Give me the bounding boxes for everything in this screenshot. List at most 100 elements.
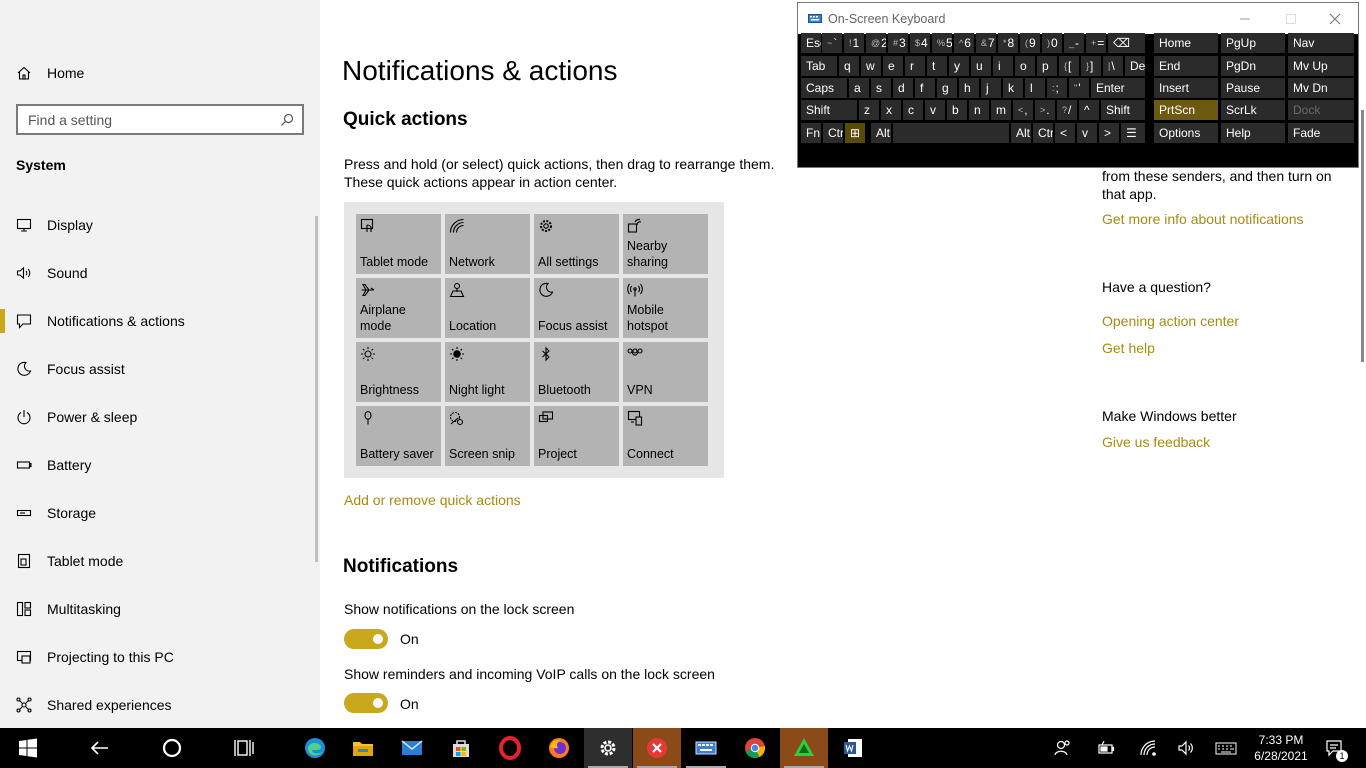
osk-key-del[interactable]: Del <box>1125 56 1145 76</box>
osk-key-a[interactable]: a <box>849 78 869 98</box>
back-button[interactable] <box>76 728 124 768</box>
quick-action-mobile-hotspot[interactable]: Mobile hotspot <box>623 278 708 338</box>
osk-key-sym[interactable]: ⌫ <box>1108 33 1145 53</box>
osk-key-e[interactable]: e <box>883 56 903 76</box>
osk-key-5[interactable]: %5 <box>932 33 952 53</box>
osk-key-b[interactable]: b <box>947 100 967 120</box>
quick-action-brightness[interactable]: Brightness <box>356 342 441 402</box>
osk-key-sym[interactable]: > <box>1099 123 1119 143</box>
cortana-button[interactable] <box>148 728 196 768</box>
get-help-link[interactable]: Get help <box>1102 340 1155 356</box>
quick-action-location[interactable]: Location <box>445 278 530 338</box>
quick-action-project[interactable]: Project <box>534 406 619 466</box>
osk-close-button[interactable] <box>1312 3 1358 34</box>
opera-taskbar-button[interactable] <box>486 728 534 768</box>
task-view-button[interactable] <box>220 728 268 768</box>
osk-key-g[interactable]: g <box>937 78 957 98</box>
x-app-taskbar-button[interactable] <box>633 728 681 768</box>
quick-action-screen-snip[interactable]: Screen snip <box>445 406 530 466</box>
osk-key-ctrl[interactable]: Ctrl <box>1033 123 1053 143</box>
wifi-tray-button[interactable] <box>1136 736 1160 760</box>
main-scrollbar[interactable] <box>1361 110 1364 362</box>
osk-key-sym[interactable]: += <box>1086 33 1106 53</box>
osk-key-sym[interactable]: :; <box>1047 78 1067 98</box>
osk-titlebar[interactable]: On-Screen Keyboard <box>798 3 1358 34</box>
sidebar-item-display[interactable]: Display <box>0 201 316 249</box>
osk-key-7[interactable]: &7 <box>976 33 996 53</box>
green-app-taskbar-button[interactable] <box>780 728 828 768</box>
action-center-button[interactable]: 1 <box>1322 736 1348 762</box>
edge-taskbar-button[interactable] <box>291 728 339 768</box>
osk-key-2[interactable]: @2 <box>866 33 886 53</box>
osk-key-alt[interactable]: Alt <box>1011 123 1031 143</box>
osk-key-sym[interactable]: "' <box>1069 78 1089 98</box>
quick-action-tablet-mode[interactable]: Tablet mode <box>356 214 441 274</box>
osk-key-n[interactable]: n <box>969 100 989 120</box>
quick-action-nearby-sharing[interactable]: Nearby sharing <box>623 214 708 274</box>
people-button[interactable] <box>1050 736 1074 760</box>
osk-key-pgdn[interactable]: PgDn <box>1221 56 1285 76</box>
osk-key-k[interactable]: k <box>1003 78 1023 98</box>
sidebar-item-shared-experiences[interactable]: Shared experiences <box>0 681 316 729</box>
osk-minimize-button[interactable] <box>1222 3 1268 34</box>
osk-key-nav[interactable]: Nav <box>1288 33 1354 53</box>
osk-key-r[interactable]: r <box>905 56 925 76</box>
file-explorer-taskbar-button[interactable] <box>339 728 387 768</box>
osk-key-shift[interactable]: Shift <box>1101 100 1145 120</box>
quick-action-all-settings[interactable]: All settings <box>534 214 619 274</box>
lock-screen-notifications-toggle[interactable] <box>344 629 388 649</box>
sidebar-item-storage[interactable]: Storage <box>0 489 316 537</box>
osk-key-mv-up[interactable]: Mv Up <box>1288 56 1354 76</box>
osk-key-6[interactable]: ^6 <box>954 33 974 53</box>
osk-key-dock[interactable]: Dock <box>1288 100 1354 120</box>
osk-key-ctrl[interactable]: Ctrl <box>823 123 843 143</box>
osk-key-v[interactable]: v <box>925 100 945 120</box>
quick-action-airplane-mode[interactable]: Airplane mode <box>356 278 441 338</box>
osk-key-sym[interactable]: >. <box>1035 100 1055 120</box>
osk-key-sym[interactable]: ?/ <box>1057 100 1077 120</box>
sidebar-item-notifications-and-actions[interactable]: Notifications & actions <box>0 297 316 345</box>
sidebar-item-power-and-sleep[interactable]: Power & sleep <box>0 393 316 441</box>
sidebar-scrollbar[interactable] <box>315 216 318 562</box>
osk-maximize-button[interactable] <box>1268 3 1314 34</box>
volume-tray-button[interactable] <box>1174 736 1198 760</box>
osk-key-l[interactable]: l <box>1025 78 1045 98</box>
osk-key-9[interactable]: (9 <box>1020 33 1040 53</box>
search-icon[interactable] <box>280 113 294 127</box>
osk-key-end[interactable]: End <box>1154 56 1218 76</box>
opening-action-center-link[interactable]: Opening action center <box>1102 313 1239 329</box>
search-input[interactable] <box>28 111 268 128</box>
battery-tray-button[interactable] <box>1094 736 1118 760</box>
osk-key-o[interactable]: o <box>1015 56 1035 76</box>
osk-key-m[interactable]: m <box>991 100 1011 120</box>
osk-key-pause[interactable]: Pause <box>1221 78 1285 98</box>
store-taskbar-button[interactable] <box>437 728 485 768</box>
quick-action-battery-saver[interactable]: Battery saver <box>356 406 441 466</box>
osk-key-t[interactable]: t <box>927 56 947 76</box>
osk-key-sym[interactable]: }] <box>1081 56 1101 76</box>
osk-key-f[interactable]: f <box>915 78 935 98</box>
osk-key-scrlk[interactable]: ScrLk <box>1221 100 1285 120</box>
osk-key-tab[interactable]: Tab <box>801 56 837 76</box>
osk-key-insert[interactable]: Insert <box>1154 78 1218 98</box>
osk-key-fade[interactable]: Fade <box>1288 123 1354 143</box>
osk-key-8[interactable]: *8 <box>998 33 1018 53</box>
settings-taskbar-button[interactable] <box>584 728 632 768</box>
osk-key-space[interactable] <box>893 123 1009 143</box>
osk-key-sym[interactable]: <, <box>1013 100 1033 120</box>
osk-key-options[interactable]: Options <box>1154 123 1218 143</box>
osk-key-sym[interactable]: ^ <box>1079 100 1099 120</box>
osk-key-pgup[interactable]: PgUp <box>1221 33 1285 53</box>
word-taskbar-button[interactable] <box>829 728 877 768</box>
osk-key-sym[interactable]: {[ <box>1059 56 1079 76</box>
osk-key-u[interactable]: u <box>971 56 991 76</box>
sidebar-item-battery[interactable]: Battery <box>0 441 316 489</box>
add-remove-quick-actions-link[interactable]: Add or remove quick actions <box>344 492 521 508</box>
osk-key-sym[interactable]: |\ <box>1103 56 1123 76</box>
quick-action-night-light[interactable]: Night light <box>445 342 530 402</box>
search-field[interactable] <box>16 104 304 135</box>
osk-key-s[interactable]: s <box>871 78 891 98</box>
osk-key-sym[interactable]: ⊞ <box>845 123 865 143</box>
osk-key-alt[interactable]: Alt <box>871 123 891 143</box>
osk-key-w[interactable]: w <box>861 56 881 76</box>
